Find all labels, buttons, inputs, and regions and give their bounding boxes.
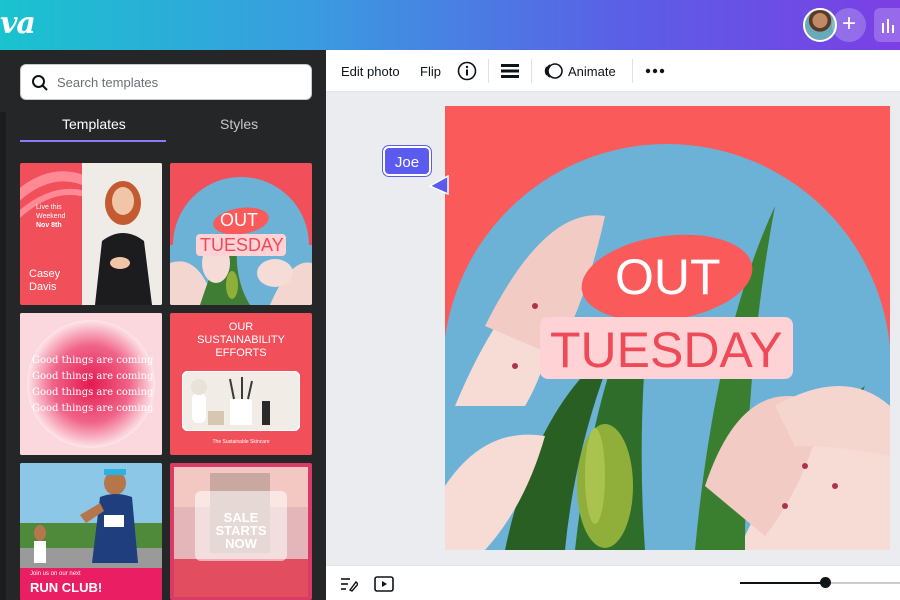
zoom-slider-handle[interactable] bbox=[820, 577, 831, 588]
template-casey-line-2: Weekend bbox=[36, 213, 66, 220]
bottom-bar bbox=[326, 565, 900, 600]
template-sale-line-3: NOW bbox=[225, 536, 257, 551]
animate-icon[interactable] bbox=[544, 61, 564, 81]
template-sustain-line-3: EFFORTS bbox=[215, 347, 267, 359]
template-run-small: Join us on our next bbox=[30, 571, 81, 577]
active-tab-indicator bbox=[20, 140, 166, 142]
position-icon[interactable] bbox=[501, 63, 519, 79]
template-sustainability-art bbox=[182, 371, 300, 431]
search-icon bbox=[32, 75, 48, 91]
context-toolbar: Edit photo Flip Animate bbox=[326, 50, 900, 92]
template-good-line-2: Good things are coming bbox=[32, 371, 154, 382]
search-placeholder: Search templates bbox=[57, 75, 159, 90]
insights-button[interactable] bbox=[874, 8, 900, 42]
collaborator-cursor-icon bbox=[428, 174, 449, 196]
template-run-title: RUN CLUB! bbox=[30, 580, 103, 595]
headline-tuesday[interactable]: TUESDAY bbox=[550, 321, 782, 379]
present-icon[interactable] bbox=[374, 576, 394, 592]
side-panel: Search templates Templates Styles Live t… bbox=[0, 50, 326, 600]
template-casey-line-3: Nov 8th bbox=[36, 222, 62, 229]
toolbar-separator bbox=[632, 59, 633, 83]
template-sustain-footer: The Sustainable Skincare bbox=[212, 439, 270, 445]
template-casey-name-2: Davis bbox=[29, 281, 57, 293]
template-good-line-1: Good things are coming bbox=[32, 355, 154, 366]
tab-styles[interactable]: Styles bbox=[220, 116, 258, 132]
template-good-line-3: Good things are coming bbox=[32, 387, 154, 398]
template-good-things[interactable]: Good things are coming Good things are c… bbox=[20, 313, 162, 455]
top-bar: va + bbox=[0, 0, 900, 50]
template-good-line-4: Good things are coming bbox=[32, 403, 154, 414]
template-casey-name-1: Casey bbox=[29, 268, 61, 280]
template-sustainability[interactable]: OUR SUSTAINABILITY EFFORTS The Sustainab… bbox=[170, 313, 312, 455]
flip-button[interactable]: Flip bbox=[420, 64, 441, 79]
template-out-text: OUT bbox=[220, 210, 258, 230]
collaborator-label: Joe bbox=[383, 146, 431, 176]
info-icon[interactable] bbox=[457, 61, 477, 81]
design-artboard[interactable]: OUT TUESDAY bbox=[445, 106, 890, 550]
animate-button[interactable]: Animate bbox=[568, 64, 616, 79]
add-collaborator-button[interactable]: + bbox=[832, 8, 866, 42]
template-out-tuesday[interactable]: OUT TUESDAY bbox=[170, 163, 312, 305]
template-casey-davis[interactable]: Live this Weekend Nov 8th Casey Davis bbox=[20, 163, 162, 305]
search-templates-input[interactable]: Search templates bbox=[20, 64, 312, 100]
bar-chart-icon bbox=[882, 19, 894, 33]
template-sustain-line-1: OUR bbox=[228, 321, 254, 333]
headline-out[interactable]: OUT bbox=[615, 248, 721, 306]
template-tuesday-text: TUESDAY bbox=[200, 235, 284, 255]
template-run-club[interactable]: Join us on our next RUN CLUB! bbox=[20, 463, 162, 600]
template-sustain-line-2: SUSTAINABILITY bbox=[197, 334, 285, 346]
canva-logo[interactable]: va bbox=[0, 6, 36, 41]
toolbar-separator bbox=[531, 59, 532, 83]
zoom-slider-track[interactable] bbox=[740, 582, 826, 584]
template-casey-line-1: Live this bbox=[36, 204, 62, 211]
template-sale[interactable]: SALE STARTS NOW bbox=[170, 463, 312, 600]
template-out-tuesday-art bbox=[170, 177, 312, 305]
notes-icon[interactable] bbox=[340, 576, 358, 592]
toolbar-separator bbox=[488, 59, 489, 83]
more-options-icon[interactable] bbox=[645, 68, 665, 74]
panel-edge bbox=[0, 112, 6, 600]
tab-templates[interactable]: Templates bbox=[62, 116, 126, 132]
zoom-slider-remaining bbox=[831, 582, 900, 584]
edit-photo-button[interactable]: Edit photo bbox=[341, 64, 400, 79]
